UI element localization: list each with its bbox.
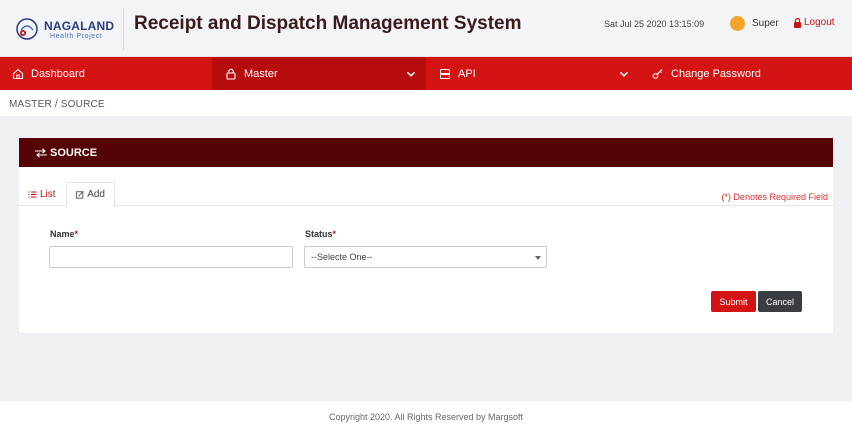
tab-bar: List Add <box>19 182 833 207</box>
chevron-down-icon <box>406 71 416 77</box>
source-card: SOURCE List Add (*) Denotes Required Fie… <box>19 138 833 333</box>
required-field-note: (*) Denotes Required Field <box>721 192 828 202</box>
status-selected-value: --Selecte One-- <box>311 252 373 262</box>
logout-link[interactable]: Logout <box>793 17 835 28</box>
card-header: SOURCE <box>19 138 833 167</box>
nav-item-change-password[interactable]: Change Password <box>638 57 852 90</box>
logo-subtitle: Health Project <box>50 33 103 40</box>
tab-add[interactable]: Add <box>66 182 115 207</box>
nav-label: API <box>458 67 476 80</box>
logo-title: NAGALAND <box>44 19 115 33</box>
status-select[interactable]: --Selecte One-- <box>304 246 547 268</box>
breadcrumb: MASTER / SOURCE <box>9 99 105 110</box>
server-icon <box>440 68 450 79</box>
card-title: SOURCE <box>50 146 98 159</box>
nav-item-dashboard[interactable]: Dashboard <box>0 57 212 90</box>
avatar[interactable] <box>730 16 745 31</box>
app-header: NAGALAND Health Project Receipt and Disp… <box>0 0 852 57</box>
lock-icon <box>226 68 236 80</box>
logo[interactable]: NAGALAND Health Project <box>14 14 114 44</box>
list-icon <box>28 191 37 197</box>
home-icon <box>12 68 24 79</box>
lock-icon <box>794 17 801 28</box>
chevron-down-icon <box>619 71 629 77</box>
tab-label: List <box>40 188 56 200</box>
nav-label: Change Password <box>671 67 761 80</box>
tab-list[interactable]: List <box>19 182 65 206</box>
caret-down-icon <box>535 256 541 260</box>
tab-label: Add <box>87 189 105 200</box>
header-divider <box>123 8 124 50</box>
key-icon <box>652 68 663 79</box>
nav-label: Dashboard <box>31 67 85 80</box>
name-input[interactable] <box>49 246 293 268</box>
edit-icon <box>76 191 84 199</box>
submit-button[interactable]: Submit <box>711 291 756 312</box>
footer-copyright: Copyright 2020. All Rights Reserved by M… <box>0 401 852 432</box>
cancel-button[interactable]: Cancel <box>758 291 802 312</box>
status-label: Status* <box>305 229 337 239</box>
nav-item-api[interactable]: API <box>426 57 638 90</box>
user-name[interactable]: Super <box>752 18 779 29</box>
name-label: Name* <box>50 229 79 239</box>
nav-item-master[interactable]: Master <box>212 57 426 90</box>
nagaland-logo-icon <box>16 18 38 40</box>
main-navbar: Dashboard Master API Change Password <box>0 57 852 90</box>
app-title: Receipt and Dispatch Management System <box>134 13 522 34</box>
logout-label: Logout <box>804 17 835 28</box>
exchange-icon <box>35 147 47 158</box>
nav-label: Master <box>244 67 278 80</box>
current-datetime: Sat Jul 25 2020 13:15:09 <box>604 19 705 29</box>
